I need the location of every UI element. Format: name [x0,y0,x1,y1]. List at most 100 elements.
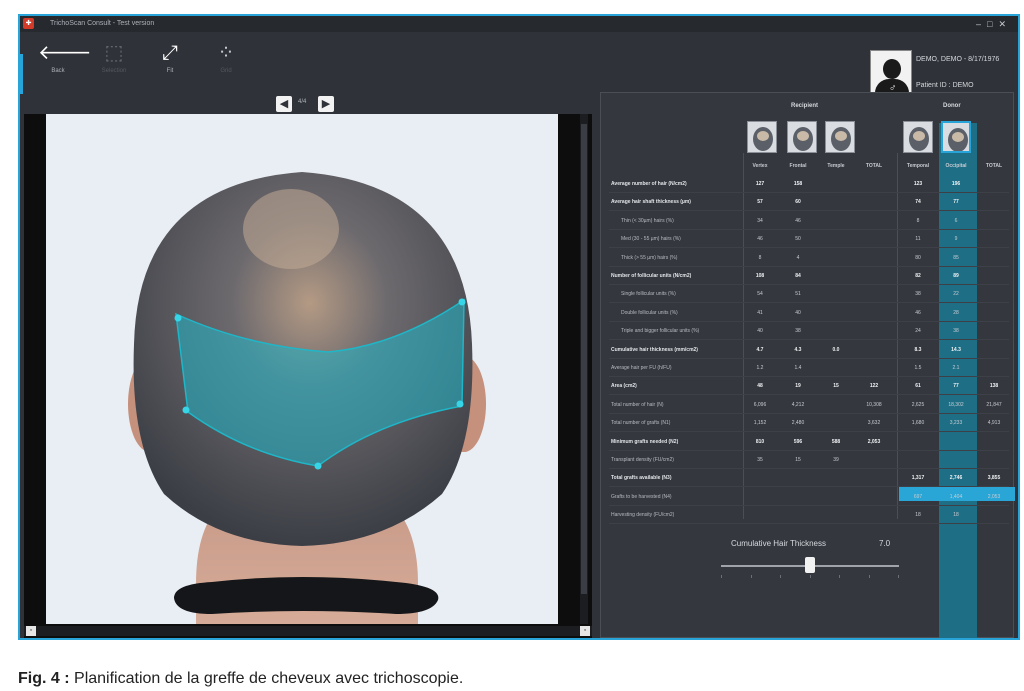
grid-icon: ⁘ [217,42,235,64]
table-cell: 51 [795,291,801,298]
thumbnail-temple[interactable] [825,121,855,153]
patient-name: DEMO, DEMO - 8/17/1976 [916,56,1000,63]
avatar-head [883,59,901,79]
zoom-out-button[interactable]: ▫ [26,626,36,636]
slider-handle[interactable] [805,557,815,573]
row-label: Med (30 - 55 µm) hairs (%) [621,236,681,243]
vertical-scrollbar[interactable] [580,114,588,624]
table-cell: 196 [951,181,961,187]
toolbar-accent [20,54,23,94]
slider-tick [751,575,752,578]
scrollbar-thumb[interactable] [581,124,587,594]
row-separator [609,210,1009,212]
table-cell: 596 [793,438,803,445]
table-cell: 39 [833,457,839,463]
row-separator [609,357,1009,359]
row-label: Total number of grafts (N1) [611,420,671,427]
row-label: Total grafts available (N3) [611,475,672,482]
table-cell: 18,302 [948,401,964,408]
table-cell: 9 [954,236,958,243]
thumbnail-occipital[interactable] [941,121,971,153]
thumbnail-scalp [797,131,809,141]
slider-tick [810,575,811,578]
row-label: Average number of hair (N/cm2) [611,181,687,187]
overlay-point-5[interactable] [182,406,190,414]
row-separator [609,247,1009,249]
table-cell: 123 [913,181,923,187]
overlay-point-3[interactable] [456,400,464,408]
row-label: Single follicular units (%) [621,291,676,298]
table-cell: 46 [915,309,921,316]
table-cell: 15 [833,383,839,390]
table-cell: 0.0 [832,346,840,353]
column-header: Vertex [752,163,768,169]
table-cell: 10,308 [866,401,882,408]
table-cell: 18 [915,512,921,519]
window-controls[interactable]: –□✕ [976,16,1012,32]
row-label: Average hair per FU (h/FU) [611,365,672,371]
row-separator [609,228,1009,230]
slider-tick [780,575,781,578]
slider-tick [839,575,840,578]
table-cell: 127 [755,181,765,187]
table-cell: 85 [953,254,959,261]
thumbnail-scalp [757,131,769,141]
row-separator [609,302,1009,304]
horizontal-scrollbar[interactable] [24,626,592,636]
row-separator [609,523,1009,525]
table-cell: 2,480 [791,420,805,427]
table-cell: 28 [953,309,959,316]
slider-label: Cumulative Hair Thickness [731,539,826,548]
grid-label: Grid [220,68,232,74]
table-cell: 57 [757,199,763,206]
table-row: Double follicular units (%) 41 40 46 28 [601,306,1015,322]
table-cell: 3,233 [949,420,963,427]
column-header: Frontal [789,163,807,169]
row-separator [609,192,1009,193]
table-cell: 1.2 [756,365,764,371]
table-cell: 3,855 [987,475,1001,482]
table-row: Average hair shaft thickness (µm) 57 60 74 7… [601,195,1015,212]
table-cell: 810 [755,438,765,445]
slider-tick [721,575,722,578]
overlay-point-2[interactable] [458,298,466,306]
thumbnail-frontal[interactable] [787,121,817,153]
overlay-point-1[interactable] [174,314,182,322]
table-cell: 1.5 [914,365,922,371]
table-cell: 21,847 [986,401,1002,408]
thumbnail-vertex[interactable] [747,121,777,153]
row-label: Grafts to be harvested (N4) [611,493,672,500]
table-cell: 24 [915,328,921,335]
table-cell: 1,152 [753,420,767,427]
next-image-button[interactable]: ▶ [318,96,334,112]
column-header: Occipital [945,163,967,169]
row-separator [609,284,1009,285]
back-button[interactable]: 🡐 Back [38,40,92,86]
thumbnail-temporal[interactable] [903,121,933,153]
table-cell: 35 [757,457,763,463]
table-cell: 1,680 [911,420,925,427]
window-title: TrichoScan Consult - Test version [50,20,155,27]
table-row: Thick (> 55 µm) hairs (%) 8 4 80 85 [601,251,1015,267]
previous-image-button[interactable]: ◀ [276,96,292,112]
row-label: Triple and bigger follicular units (%) [621,328,700,335]
zoom-in-button[interactable]: ▫ [580,626,590,636]
selection-button[interactable]: ⬚ Selection [94,40,134,86]
table-cell: 4,913 [987,420,1001,427]
scalp-photo[interactable] [46,114,558,624]
table-cell: 138 [989,383,999,390]
table-row: Total number of grafts (N1) 1,152 2,480 3,6… [601,416,1015,433]
table-cell: 8 [758,254,762,261]
table-cell: 6 [954,217,958,224]
table-row: Total grafts available (N3) 1,317 2,746 3,8… [601,471,1015,488]
grid-button[interactable]: ⁘ Grid [206,40,246,86]
slider-tick [869,575,870,578]
overlay-point-4[interactable] [314,462,322,470]
table-row: Average number of hair (N/cm2) 127 158 123 1… [601,177,1015,193]
fit-label: Fit [166,68,174,74]
selection-label: Selection [101,68,127,74]
app-logo-icon: ✚ [23,18,34,29]
row-label: Number of follicular units (N/cm2) [611,273,692,279]
toolbar: 🡐 Back ⬚ Selection ⤢ Fit ⁘ Grid ♂ DEMO, … [20,32,1018,102]
fit-button[interactable]: ⤢ Fit [150,40,190,86]
